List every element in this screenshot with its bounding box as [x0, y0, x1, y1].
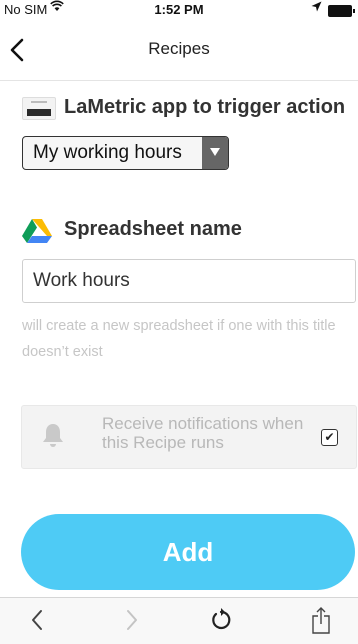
location-arrow-icon: [311, 1, 322, 15]
battery-icon: [328, 5, 355, 17]
notifications-label: Receive notifications when this Recipe r…: [102, 414, 304, 452]
notifications-option: Receive notifications when this Recipe r…: [21, 405, 357, 469]
add-button[interactable]: Add: [21, 514, 355, 590]
toolbar-share-button[interactable]: [306, 604, 336, 636]
reload-icon: [212, 608, 231, 630]
spreadsheet-name-heading: Spreadsheet name: [64, 218, 242, 240]
toolbar-back-button[interactable]: [22, 604, 52, 636]
chevron-right-icon: [127, 610, 137, 630]
browser-toolbar: [0, 597, 358, 644]
page-title: Recipes: [148, 39, 210, 58]
toolbar-forward-button[interactable]: [117, 604, 147, 636]
nav-bar: Recipes: [0, 20, 358, 81]
toolbar-reload-button[interactable]: [206, 604, 236, 636]
notifications-checkbox[interactable]: ✔: [321, 429, 338, 446]
bell-icon: [42, 423, 64, 449]
google-drive-logo-icon: [22, 219, 52, 243]
status-time: 1:52 PM: [154, 2, 204, 17]
spreadsheet-helper-text: will create a new spreadsheet if one wit…: [22, 318, 336, 360]
select-value: My working hours: [33, 142, 182, 163]
chevron-down-icon: [202, 137, 228, 169]
status-bar: No SIM 1:52 PM: [0, 0, 358, 20]
spreadsheet-name-input[interactable]: [22, 259, 356, 303]
chevron-left-icon: [32, 610, 42, 630]
share-icon: [312, 607, 330, 634]
trigger-heading: LaMetric app to trigger action: [64, 96, 346, 118]
lametric-app-select[interactable]: My working hours: [22, 136, 229, 170]
lametric-logo-icon: [22, 97, 56, 120]
